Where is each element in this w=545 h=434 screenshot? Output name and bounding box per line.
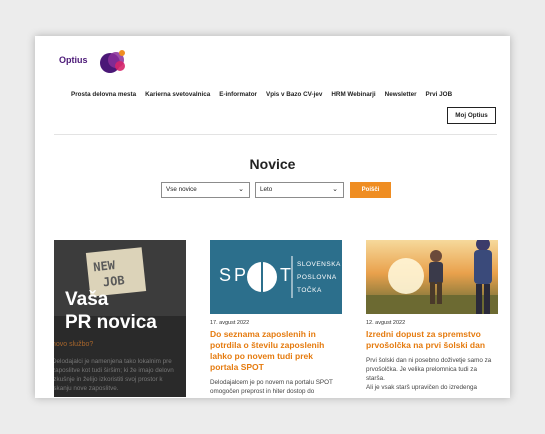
main-nav: Prosta delovna mesta Karierna svetovalni… [71, 91, 461, 98]
news-card[interactable]: S P O T SLOVENSKA POSLOVNA TOČKA 17. avg… [210, 240, 342, 396]
news-date: 12. avgust 2022 [366, 320, 406, 326]
header-divider [54, 134, 497, 135]
spot-letter-p: P [234, 265, 247, 285]
spot-logo-line: POSLOVNA [297, 274, 337, 281]
promo-background-line: izkušnje in želijo izkoristiti svoj pros… [54, 376, 163, 383]
nav-karierna-svetovalnica[interactable]: Karierna svetovalnica [145, 91, 210, 98]
nav-e-informator[interactable]: E-informator [219, 91, 257, 98]
spot-logo-line: TOČKA [297, 287, 322, 294]
news-card[interactable]: 12. avgust 2022 Izredni dopust za sprems… [366, 240, 498, 392]
promo-background-title: novo službo? [54, 341, 94, 348]
promo-background-text: novo službo? Delodajalci je namenjena ta… [54, 340, 182, 393]
spot-logo-text: SLOVENSKA POSLOVNA TOČKA [297, 258, 341, 297]
promo-banner[interactable]: NEW JOB novo službo? Delodajalci je name… [54, 240, 186, 397]
category-select[interactable]: Vse novice ⌄ [161, 182, 250, 198]
news-excerpt-line: starša. [366, 375, 385, 382]
nav-vpis-v-bazo[interactable]: Vpis v Bazo CV-jev [266, 91, 322, 98]
spot-letter-t: T [280, 265, 291, 285]
note-line-2: JOB [102, 273, 126, 290]
year-select-value: Leto [260, 186, 273, 193]
promo-background-line: Delodajalci je namenjena tako lokalnim p… [54, 358, 172, 365]
note-line-1: NEW [92, 258, 116, 275]
news-excerpt-line: Ali je vsak starš upravičen do izredenga [366, 384, 477, 391]
logo-text: Optius [59, 55, 88, 65]
nav-hrm-webinarji[interactable]: HRM Webinarji [331, 91, 375, 98]
chevron-down-icon: ⌄ [238, 186, 244, 193]
spot-logo-line: SLOVENSKA [297, 261, 341, 268]
nav-prosta-delovna-mesta[interactable]: Prosta delovna mesta [71, 91, 136, 98]
moj-optius-button[interactable]: Moj Optius [447, 107, 496, 124]
promo-background-line: zaposlitve kot tudi širšim; ki že imajo … [54, 367, 174, 374]
promo-heading: Vaša PR novica [65, 288, 157, 334]
nav-newsletter[interactable]: Newsletter [385, 91, 417, 98]
promo-heading-line-2: PR novica [65, 312, 157, 333]
category-select-value: Vse novice [166, 186, 197, 193]
news-excerpt: Delodajalcem je po novem na portalu SPOT… [210, 378, 342, 396]
spot-logo-image[interactable]: S P O T SLOVENSKA POSLOVNA TOČKA [210, 240, 342, 314]
page-title: Novice [249, 156, 296, 172]
promo-background-line: iskanju nove zaposlitve. [54, 385, 119, 392]
optius-logo[interactable]: Optius [59, 48, 131, 74]
news-date: 17. avgust 2022 [210, 320, 250, 326]
news-excerpt-line: Delodajalcem je po novem na portalu SPOT [210, 379, 333, 386]
first-school-day-photo[interactable] [366, 240, 498, 314]
news-excerpt-line: omogočen preprost in hiter dostop do [210, 388, 315, 395]
news-title-link[interactable]: Do seznama zaposlenih in potrdila o štev… [210, 329, 342, 373]
news-excerpt-line: prvošolčka. Je velika prelomnica tudi za [366, 366, 477, 373]
spot-letter-s: S [219, 265, 232, 285]
news-title-link[interactable]: Izredni dopust za spremstvo prvošolčka n… [366, 329, 498, 351]
news-excerpt: Prvi šolski dan ni posebno doživetje sam… [366, 356, 498, 392]
nav-prvi-job[interactable]: Prvi JOB [426, 91, 453, 98]
promo-heading-line-1: Vaša [65, 289, 109, 310]
year-select[interactable]: Leto ⌄ [255, 182, 344, 198]
parent-child-silhouette-icon [366, 240, 498, 314]
logo-mark-icon [100, 50, 125, 73]
page: Optius Prosta delovna mesta Karierna sve… [35, 36, 510, 398]
news-excerpt-line: Prvi šolski dan ni posebno doživetje sam… [366, 357, 492, 364]
news-card-promo[interactable]: NEW JOB novo službo? Delodajalci je name… [54, 240, 186, 397]
search-button[interactable]: Poišči [350, 182, 391, 198]
chevron-down-icon: ⌄ [332, 186, 338, 193]
